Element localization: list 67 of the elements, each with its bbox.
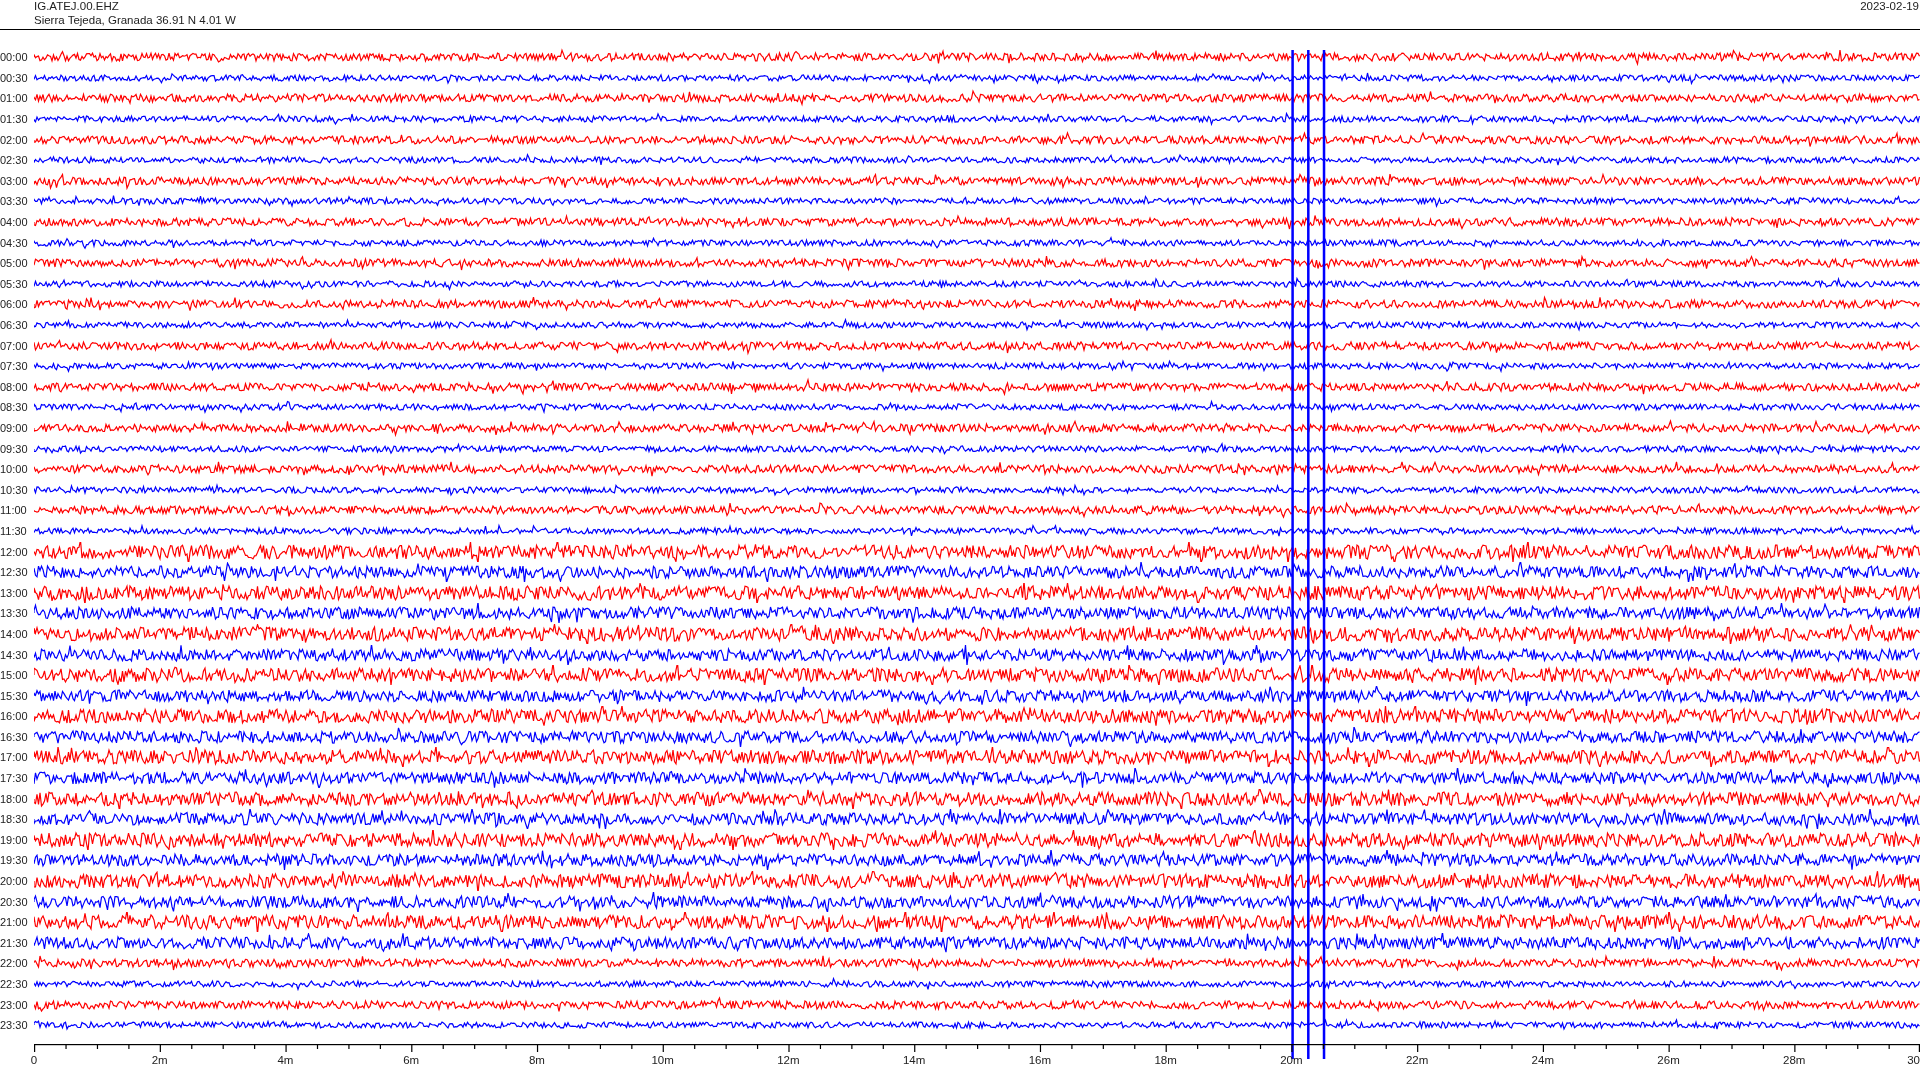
time-label: 19:00: [0, 833, 29, 846]
station-code: IG.ATEJ.00.EHZ: [34, 0, 120, 14]
time-label: 18:30: [0, 813, 29, 826]
time-label: 21:00: [0, 916, 29, 929]
time-label: 16:00: [0, 710, 29, 723]
time-label: 00:00: [0, 51, 29, 64]
time-label: 04:00: [0, 216, 29, 229]
time-label: 13:00: [0, 586, 29, 599]
station-location: Sierra Tejeda, Granada 36.91 N 4.01 W: [34, 13, 236, 27]
time-label: 16:30: [0, 730, 29, 743]
time-label: 06:00: [0, 298, 29, 311]
time-label: 20:30: [0, 895, 29, 908]
time-label: 21:30: [0, 936, 29, 949]
time-label: 14:00: [0, 627, 29, 640]
time-label: 10:30: [0, 483, 29, 496]
time-label: 03:30: [0, 195, 29, 208]
time-label: 06:30: [0, 319, 29, 331]
time-label: 17:30: [0, 772, 29, 785]
time-label: 13:30: [0, 607, 29, 620]
axis-tick-label: 4m: [277, 1053, 294, 1066]
axis-tick-label: 20m: [1280, 1053, 1303, 1066]
time-label: 11:30: [0, 524, 28, 537]
axis-tick-label: 26m: [1657, 1053, 1680, 1066]
time-label: 19:30: [0, 854, 29, 867]
time-label: 12:30: [0, 566, 29, 579]
axis-tick-label: 30: [1907, 1053, 1920, 1066]
time-label: 01:00: [0, 92, 29, 105]
axis-tick-label: 8m: [528, 1053, 545, 1066]
time-label: 22:00: [0, 957, 29, 970]
plot-date: 2023-02-19: [1860, 0, 1920, 14]
axis-tick-label: 16m: [1028, 1053, 1052, 1066]
axis-tick-label: 14m: [902, 1053, 926, 1066]
time-label: 15:30: [0, 689, 29, 702]
time-label: 02:00: [0, 133, 29, 146]
time-label: 07:30: [0, 360, 29, 373]
time-label: 14:30: [0, 648, 29, 661]
time-label: 23:00: [0, 998, 29, 1011]
time-label: 07:00: [0, 339, 29, 352]
time-label: 03:00: [0, 174, 29, 187]
axis-tick-label: 22m: [1405, 1053, 1429, 1066]
axis-tick-label: 12m: [777, 1053, 800, 1066]
time-label: 02:30: [0, 154, 29, 167]
time-label: 08:30: [0, 401, 29, 414]
axis-tick-label: 6m: [403, 1053, 420, 1066]
time-label: 15:00: [0, 669, 29, 682]
axis-tick-label: 18m: [1154, 1053, 1177, 1066]
axis-tick-label: 28m: [1783, 1053, 1806, 1066]
time-label: 01:30: [0, 113, 29, 126]
axis-tick-label: 2m: [151, 1053, 168, 1066]
time-label: 09:30: [0, 442, 29, 455]
time-label: 05:30: [0, 277, 29, 290]
time-label: 18:00: [0, 792, 29, 805]
time-label: 11:00: [0, 504, 28, 517]
axis-tick-label: 0: [30, 1053, 38, 1066]
time-label: 10:00: [0, 463, 29, 476]
time-label: 17:00: [0, 751, 29, 764]
time-label: 04:30: [0, 236, 29, 249]
time-label: 00:30: [0, 71, 29, 84]
axis-tick-label: 24m: [1531, 1053, 1554, 1066]
time-label: 09:00: [0, 422, 29, 434]
time-label: 22:30: [0, 978, 29, 990]
time-label: 12:00: [0, 545, 29, 558]
time-label: 08:00: [0, 380, 29, 393]
axis-tick-label: 10m: [651, 1053, 674, 1066]
time-label: 20:00: [0, 875, 29, 888]
time-label: 23:30: [0, 1019, 29, 1032]
time-label: 05:00: [0, 257, 29, 270]
